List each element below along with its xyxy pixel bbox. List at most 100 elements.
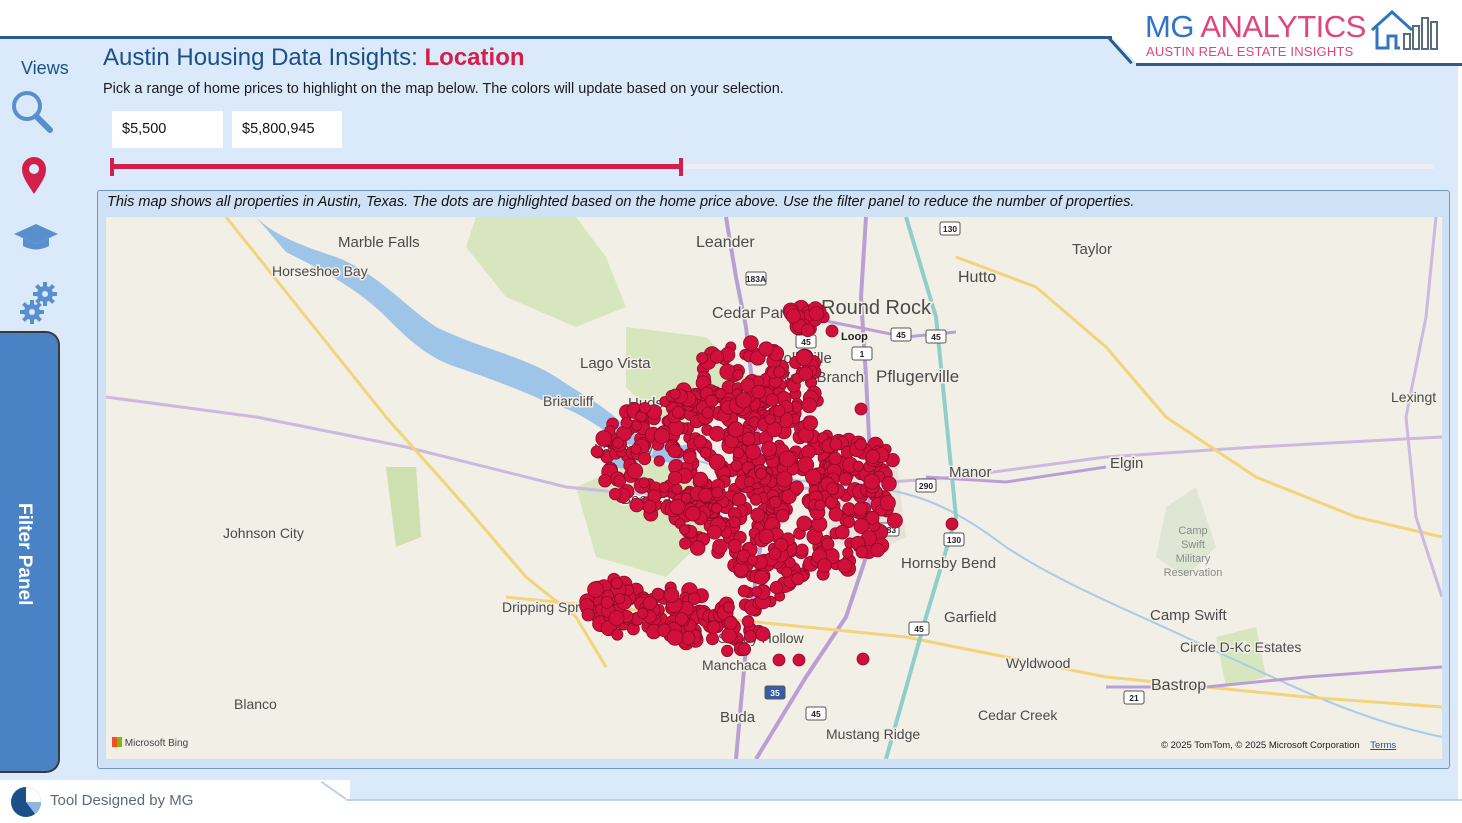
property-marker[interactable]	[595, 430, 613, 447]
property-marker[interactable]	[698, 487, 713, 503]
property-marker[interactable]	[800, 323, 815, 338]
property-marker[interactable]	[881, 476, 897, 492]
property-marker[interactable]	[685, 505, 701, 522]
property-marker[interactable]	[791, 572, 805, 586]
property-marker[interactable]	[751, 384, 766, 400]
property-marker[interactable]	[828, 507, 844, 522]
property-marker[interactable]	[814, 499, 826, 511]
property-marker[interactable]	[671, 405, 685, 419]
property-marker[interactable]	[735, 392, 752, 409]
map-canvas[interactable]: Marble Falls Horseshoe Bay Leander Taylor Hu…	[106, 217, 1442, 759]
property-marker[interactable]	[758, 528, 774, 545]
price-slider-max-handle[interactable]	[679, 158, 683, 176]
property-marker[interactable]	[745, 444, 761, 460]
property-marker[interactable]	[728, 516, 741, 529]
property-marker[interactable]	[610, 577, 623, 590]
property-marker[interactable]	[723, 615, 738, 630]
property-marker[interactable]	[730, 459, 743, 472]
property-marker[interactable]	[798, 366, 814, 381]
property-marker[interactable]	[630, 443, 642, 455]
property-marker[interactable]	[631, 420, 643, 432]
property-marker[interactable]	[751, 586, 763, 598]
property-marker[interactable]	[620, 416, 633, 429]
property-marker[interactable]	[796, 515, 812, 532]
property-marker[interactable]	[692, 471, 709, 487]
property-marker[interactable]	[741, 615, 755, 628]
property-marker[interactable]	[711, 486, 724, 499]
property-marker[interactable]	[743, 335, 759, 351]
property-marker[interactable]	[612, 437, 624, 449]
property-marker[interactable]	[680, 492, 692, 504]
property-marker[interactable]	[587, 581, 604, 598]
property-marker[interactable]	[696, 352, 709, 365]
property-marker[interactable]	[761, 440, 777, 457]
property-marker[interactable]	[755, 626, 771, 642]
property-marker[interactable]	[653, 455, 665, 467]
property-marker[interactable]	[750, 507, 766, 523]
property-marker[interactable]	[773, 365, 786, 378]
property-marker[interactable]	[719, 363, 736, 380]
property-marker[interactable]	[581, 608, 595, 622]
property-marker[interactable]	[758, 341, 774, 357]
property-marker[interactable]	[854, 438, 868, 451]
property-marker[interactable]	[853, 501, 868, 517]
property-marker[interactable]	[637, 451, 652, 466]
property-marker[interactable]	[764, 413, 776, 425]
property-marker[interactable]	[727, 421, 745, 438]
property-marker[interactable]	[608, 610, 625, 627]
property-marker[interactable]	[825, 324, 839, 338]
property-marker[interactable]	[682, 450, 697, 464]
property-marker[interactable]	[681, 630, 696, 645]
property-marker[interactable]	[749, 493, 762, 506]
property-marker[interactable]	[743, 476, 755, 488]
property-marker[interactable]	[842, 547, 854, 559]
property-marker[interactable]	[747, 554, 759, 566]
property-marker[interactable]	[856, 652, 870, 666]
property-marker[interactable]	[817, 558, 832, 573]
property-marker[interactable]	[732, 369, 744, 381]
property-marker[interactable]	[639, 402, 651, 414]
property-marker[interactable]	[667, 470, 683, 486]
property-marker[interactable]	[723, 601, 735, 614]
property-marker[interactable]	[598, 474, 612, 488]
price-slider-min-handle[interactable]	[110, 158, 114, 176]
property-marker[interactable]	[679, 537, 692, 550]
property-marker[interactable]	[690, 540, 706, 556]
property-marker[interactable]	[795, 349, 813, 367]
property-marker[interactable]	[765, 393, 779, 407]
property-marker[interactable]	[865, 510, 880, 525]
property-marker[interactable]	[789, 480, 804, 495]
property-marker[interactable]	[743, 630, 757, 643]
property-marker[interactable]	[613, 474, 627, 488]
property-marker[interactable]	[663, 587, 680, 604]
property-marker[interactable]	[852, 460, 864, 472]
property-marker[interactable]	[706, 632, 720, 646]
property-marker[interactable]	[658, 481, 670, 493]
property-marker[interactable]	[753, 569, 770, 585]
property-marker[interactable]	[687, 592, 701, 606]
property-marker[interactable]	[710, 349, 725, 364]
property-marker[interactable]	[795, 543, 809, 557]
filter-panel-button[interactable]: Filter Panel	[0, 331, 60, 773]
location-pin-icon[interactable]	[20, 155, 48, 195]
property-marker[interactable]	[769, 580, 784, 595]
property-marker[interactable]	[779, 450, 796, 468]
max-price-input[interactable]: $5,800,945	[232, 111, 342, 148]
property-marker[interactable]	[732, 492, 747, 507]
property-marker[interactable]	[775, 508, 790, 523]
property-marker[interactable]	[600, 595, 614, 609]
property-marker[interactable]	[855, 545, 869, 559]
property-marker[interactable]	[666, 629, 684, 646]
property-marker[interactable]	[626, 462, 644, 480]
property-marker[interactable]	[828, 451, 842, 465]
property-marker[interactable]	[870, 543, 885, 558]
property-marker[interactable]	[821, 537, 835, 551]
property-marker[interactable]	[865, 449, 881, 464]
property-marker[interactable]	[708, 453, 726, 471]
property-marker[interactable]	[854, 402, 868, 416]
gears-icon[interactable]	[20, 281, 60, 325]
property-marker[interactable]	[809, 306, 825, 322]
property-marker[interactable]	[801, 397, 817, 414]
property-marker[interactable]	[611, 628, 624, 641]
property-marker[interactable]	[642, 499, 657, 514]
